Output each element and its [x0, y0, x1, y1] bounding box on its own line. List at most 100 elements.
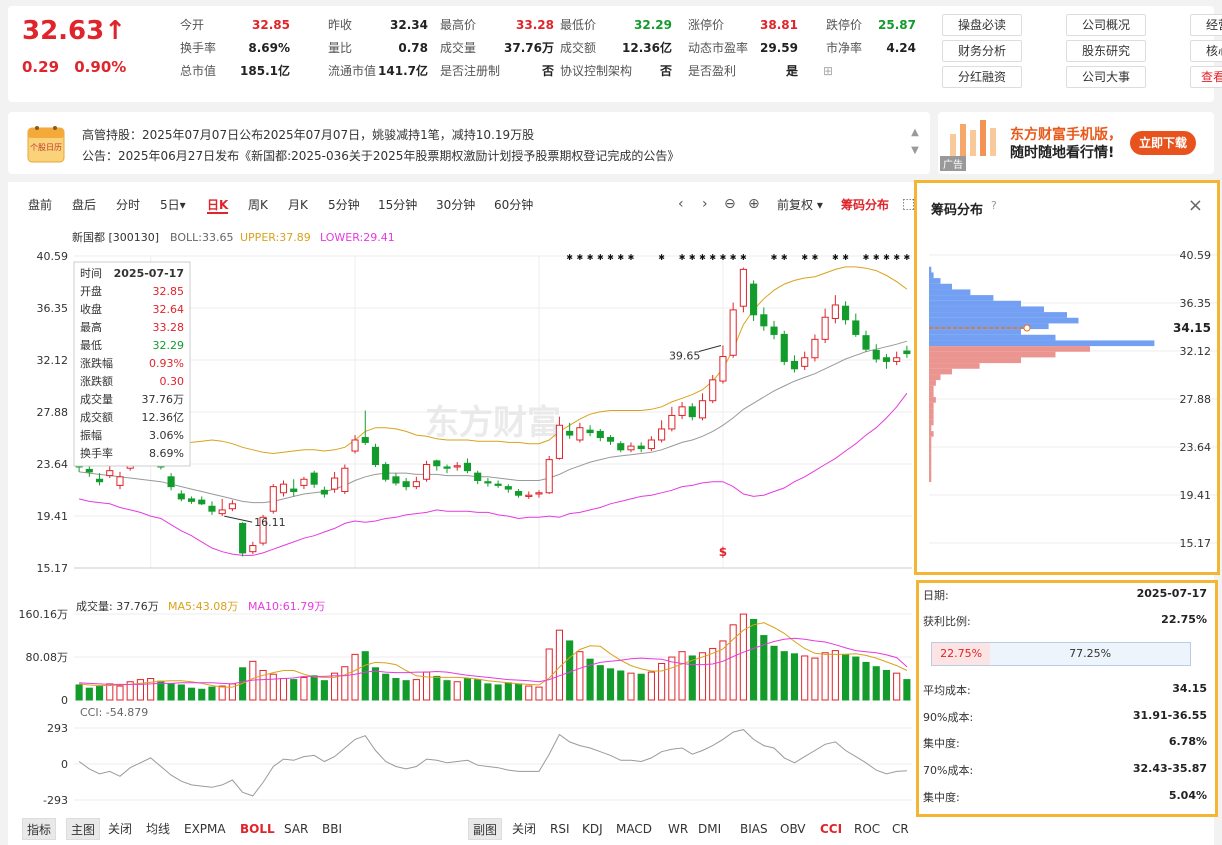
- sub-indicator-tab[interactable]: DMI: [698, 818, 721, 840]
- sub-indicator-tab[interactable]: MACD: [616, 818, 652, 840]
- nav-button[interactable]: 财务分析: [942, 40, 1022, 62]
- close-icon[interactable]: ×: [1188, 195, 1203, 216]
- period-tab[interactable]: 盘后: [72, 196, 96, 214]
- main-indicator-tab[interactable]: 均线: [146, 818, 170, 840]
- cci-tick-label: -293: [43, 794, 68, 807]
- zoom-out-icon[interactable]: ⊖: [724, 196, 736, 212]
- chip-bar-loss: [929, 334, 1056, 341]
- sub-indicator-tab[interactable]: CR: [892, 818, 909, 840]
- tooltip-value: 8.69%: [149, 447, 184, 460]
- download-button[interactable]: 立即下载: [1130, 131, 1196, 155]
- main-indicator-tab[interactable]: 关闭: [108, 818, 132, 840]
- cci-chart[interactable]: 293 0 -293 CCI: -54.879: [0, 704, 915, 814]
- tooltip-value: 0.93%: [149, 357, 184, 370]
- main-indicator-tab[interactable]: 主图: [66, 818, 101, 840]
- adjust-dropdown[interactable]: 前复权 ▾: [777, 196, 823, 214]
- chip-tick-label: 40.59: [1180, 249, 1212, 262]
- calendar-icon[interactable]: 个股日历: [22, 120, 70, 168]
- nav-button[interactable]: 查看更多>: [1190, 66, 1222, 88]
- next-arrow-icon[interactable]: ›: [702, 196, 708, 212]
- info-conc90-label: 集中度:: [923, 737, 960, 750]
- volume-bar: [75, 684, 83, 701]
- news-scroll-arrows[interactable]: ▲ ▼: [908, 124, 922, 164]
- main-indicator-tab[interactable]: EXPMA: [184, 818, 226, 840]
- sub-indicator-tab[interactable]: 关闭: [512, 818, 536, 840]
- sub-indicator-tab[interactable]: BIAS: [740, 818, 768, 840]
- main-indicator-tab[interactable]: BOLL: [240, 818, 275, 840]
- chip-bar-loss: [929, 283, 952, 290]
- chip-distribution-chart: 40.59 36.35 32.12 27.88 23.64 19.41 15.17 34.15: [929, 249, 1217, 550]
- help-icon[interactable]: ?: [991, 199, 997, 212]
- period-tab[interactable]: 60分钟: [494, 196, 533, 214]
- volume-bar: [300, 676, 308, 701]
- signal-marker: ✱: [893, 253, 900, 262]
- chip-distribution-panel: 筹码分布 ? × 40.59 36.35 32.12 27.88 23.64 19.41 1…: [914, 180, 1220, 575]
- period-tab[interactable]: 周K: [248, 196, 268, 214]
- candle-body: [351, 439, 359, 452]
- volume-bar: [310, 675, 318, 701]
- signal-marker: ✱: [832, 253, 839, 262]
- signal-marker: ✱: [628, 253, 635, 262]
- expand-icon[interactable]: ⊞: [823, 62, 833, 80]
- period-tab[interactable]: 日K: [207, 196, 229, 214]
- nav-button[interactable]: 经营分析: [1190, 14, 1222, 36]
- zoom-in-icon[interactable]: ⊕: [748, 196, 760, 212]
- signal-marker: ✱: [689, 253, 696, 262]
- period-tab[interactable]: 分时: [116, 196, 140, 214]
- candle-body: [760, 314, 768, 327]
- period-tab[interactable]: 5日▾: [160, 196, 186, 214]
- y-tick-label: 23.64: [37, 458, 69, 471]
- ad-banner[interactable]: 广告 东方财富手机版， 随时随地看行情! 立即下载: [938, 112, 1214, 174]
- sub-indicator-tab[interactable]: OBV: [780, 818, 806, 840]
- nav-button[interactable]: 股东研究: [1066, 40, 1146, 62]
- candle-body: [249, 545, 257, 553]
- quote-value: 32.29: [634, 18, 672, 32]
- news-line-executive[interactable]: 高管持股：2025年07月07日公布2025年07月07日，姚骏减持1笔，减持1…: [82, 126, 534, 143]
- chip-distribution-toggle[interactable]: 筹码分布: [841, 196, 889, 214]
- info-conc90: 6.78%: [1168, 735, 1207, 748]
- sub-indicator-tab[interactable]: RSI: [550, 818, 570, 840]
- prev-arrow-icon[interactable]: ‹: [678, 196, 684, 212]
- volume-bar: [504, 682, 512, 701]
- nav-button[interactable]: 公司大事: [1066, 66, 1146, 88]
- main-indicator-tab[interactable]: 指标: [22, 818, 57, 840]
- candle-body: [290, 488, 298, 493]
- nav-button[interactable]: 核心题材: [1190, 40, 1222, 62]
- nav-button[interactable]: 操盘必读: [942, 14, 1022, 36]
- signal-marker: ✱: [740, 253, 747, 262]
- volume-bar: [412, 679, 420, 701]
- tooltip-value: 12.36亿: [142, 411, 185, 424]
- news-line-announcement[interactable]: 公告：2025年06月27日发布《新国都:2025-036关于2025年股票期权…: [82, 147, 679, 164]
- period-tab[interactable]: 15分钟: [378, 196, 417, 214]
- candle-body: [637, 445, 645, 450]
- sub-indicator-tab[interactable]: WR: [668, 818, 688, 840]
- main-indicator-tab[interactable]: BBI: [322, 818, 342, 840]
- nav-button[interactable]: 分红融资: [942, 66, 1022, 88]
- volume-bar: [463, 678, 472, 701]
- candle-body: [596, 430, 604, 439]
- candle-body: [780, 333, 788, 362]
- candle-body: [555, 424, 563, 459]
- chip-tick-label: 19.41: [1180, 489, 1212, 502]
- period-tab[interactable]: 盘前: [28, 196, 52, 214]
- main-indicator-tab[interactable]: SAR: [284, 818, 308, 840]
- volume-bar: [842, 653, 850, 701]
- sub-indicator-tab[interactable]: 副图: [468, 818, 503, 840]
- volume-bar: [269, 673, 277, 701]
- kline-chart[interactable]: 40.59 36.35 32.12 27.88 23.64 19.41 15.17 2025-…: [0, 226, 915, 578]
- nav-button[interactable]: 公司概况: [1066, 14, 1146, 36]
- signal-marker: ✱: [709, 253, 716, 262]
- period-tab[interactable]: 月K: [288, 196, 308, 214]
- period-tab[interactable]: 30分钟: [436, 196, 475, 214]
- sub-indicator-tab[interactable]: CCI: [820, 818, 842, 840]
- volume-chart[interactable]: 160.16万80.08万0成交量: 37.76万 MA5:43.08万 MA10:…: [0, 596, 915, 708]
- chip-bar-loss: [929, 289, 971, 296]
- candle-body: [586, 429, 594, 434]
- volume-bar: [739, 613, 747, 701]
- quote-value: 32.85: [252, 18, 290, 32]
- y-tick-label: 40.59: [37, 250, 69, 263]
- sub-indicator-tab[interactable]: KDJ: [582, 818, 603, 840]
- period-tab[interactable]: 5分钟: [328, 196, 360, 214]
- sub-indicator-tab[interactable]: ROC: [854, 818, 880, 840]
- quote-value: 38.81: [760, 18, 798, 32]
